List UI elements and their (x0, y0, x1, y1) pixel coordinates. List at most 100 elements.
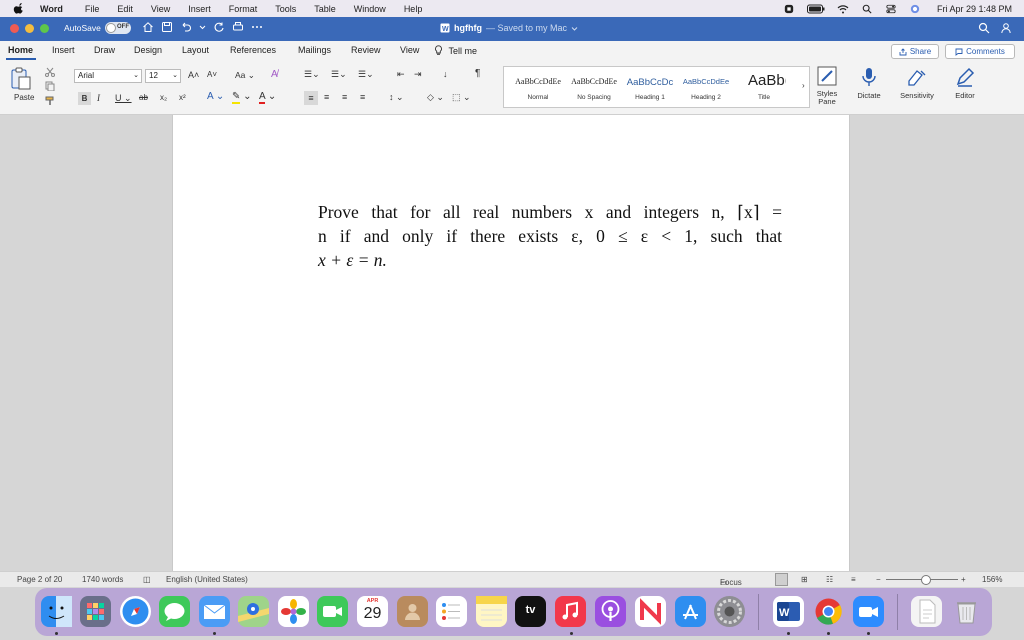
minimize-window-button[interactable] (25, 24, 34, 33)
copy-icon[interactable] (44, 81, 56, 91)
bullets-icon[interactable]: ☰⌄ (304, 69, 320, 80)
system-preferences-icon[interactable] (714, 596, 745, 627)
photos-icon[interactable] (278, 596, 309, 627)
undo-icon[interactable] (180, 21, 192, 33)
redo-icon[interactable] (213, 21, 225, 33)
align-left-icon[interactable]: ≡ (304, 91, 318, 105)
more-icon[interactable] (251, 21, 263, 33)
change-case-icon[interactable]: Aa ⌄ (235, 70, 255, 81)
decrease-indent-icon[interactable]: ⇤ (397, 69, 405, 80)
reminders-icon[interactable] (436, 596, 467, 627)
comments-button[interactable]: Comments (945, 44, 1015, 59)
zoom-in-button[interactable]: + (961, 575, 966, 584)
word-count[interactable]: 1740 words (82, 575, 123, 584)
menubar-clock[interactable]: Fri Apr 29 1:48 PM (937, 4, 1012, 14)
search-icon[interactable] (978, 22, 990, 34)
menu-help[interactable]: Help (404, 4, 423, 14)
menu-tools[interactable]: Tools (275, 4, 296, 14)
print-icon[interactable] (232, 21, 244, 33)
italic-button[interactable]: I (97, 93, 100, 103)
app-store-icon[interactable] (675, 596, 706, 627)
news-icon[interactable] (635, 596, 666, 627)
tab-mailings[interactable]: Mailings (298, 45, 331, 55)
styles-more-icon[interactable]: › (802, 81, 805, 90)
dictate-button[interactable]: Dictate (849, 66, 889, 100)
document-body[interactable]: Prove that for all real numbers x and in… (318, 200, 782, 272)
menu-format[interactable]: Format (229, 4, 258, 14)
superscript-button[interactable]: x² (179, 93, 186, 102)
font-name-dropdown[interactable]: Arial ⌄ (74, 69, 142, 83)
document-title[interactable]: W hgfhfg — Saved to my Mac (440, 23, 578, 33)
style-heading-1[interactable]: AaBbCcDc Heading 1 (622, 67, 678, 107)
tab-layout[interactable]: Layout (182, 45, 209, 55)
tell-me-search[interactable]: Tell me (434, 45, 477, 56)
menu-app-name[interactable]: Word (40, 4, 63, 14)
editor-button[interactable]: Editor (945, 66, 985, 100)
finder-icon[interactable] (41, 596, 72, 627)
paragraph-marks-icon[interactable]: ¶ (475, 68, 480, 79)
menu-table[interactable]: Table (314, 4, 336, 14)
chevron-down-icon[interactable] (199, 21, 206, 33)
trash-icon[interactable] (951, 596, 982, 627)
highlight-icon[interactable]: ✎ ⌄ (232, 91, 252, 104)
font-size-dropdown[interactable]: 12 ⌄ (145, 69, 181, 83)
multilevel-list-icon[interactable]: ☰⌄ (358, 69, 374, 80)
save-icon[interactable] (161, 21, 173, 33)
grow-font-icon[interactable]: A˄ (188, 70, 199, 80)
subscript-button[interactable]: x₂ (160, 93, 167, 102)
chrome-icon[interactable] (813, 596, 844, 627)
clear-formatting-icon[interactable]: A̸ (271, 69, 278, 80)
autosave-toggle[interactable]: OFF (105, 22, 131, 34)
justify-icon[interactable]: ≡ (360, 92, 365, 102)
bold-button[interactable]: B (78, 92, 91, 105)
search-icon[interactable] (861, 4, 873, 14)
zoom-window-button[interactable] (40, 24, 49, 33)
tab-draw[interactable]: Draw (94, 45, 115, 55)
menu-edit[interactable]: Edit (117, 4, 133, 14)
outline-view-icon[interactable]: ☷ (826, 575, 833, 584)
wifi-icon[interactable] (837, 4, 849, 14)
word-icon[interactable]: W (773, 596, 804, 627)
apple-tv-icon[interactable]: tv (515, 596, 546, 627)
recent-document-icon[interactable] (911, 596, 942, 627)
shading-icon[interactable]: ◇ ⌄ (427, 92, 444, 103)
align-center-icon[interactable]: ≡ (324, 92, 329, 102)
style-normal[interactable]: AaBbCcDdEe Normal (510, 67, 566, 107)
zoom-out-button[interactable]: − (876, 575, 881, 584)
control-center-icon[interactable] (885, 4, 897, 14)
page-count[interactable]: Page 2 of 20 (17, 575, 62, 584)
styles-pane-button[interactable]: Styles Pane (807, 65, 847, 106)
tab-home[interactable]: Home (8, 45, 33, 55)
apple-logo-icon[interactable] (12, 3, 26, 14)
format-painter-icon[interactable] (44, 95, 56, 107)
proofing-icon[interactable]: ◫ (143, 575, 151, 584)
font-color-icon[interactable]: A ⌄ (259, 91, 276, 104)
borders-icon[interactable]: ⬚ ⌄ (452, 92, 471, 103)
document-canvas[interactable]: Prove that for all real numbers x and in… (0, 115, 1024, 571)
style-title[interactable]: AaBb( Title (742, 67, 786, 107)
battery-icon[interactable] (806, 4, 825, 14)
text-effects-icon[interactable]: A ⌄ (207, 91, 224, 102)
line-spacing-icon[interactable]: ↕ ⌄ (389, 92, 404, 103)
numbering-icon[interactable]: ☰⌄ (331, 69, 347, 80)
align-right-icon[interactable]: ≡ (342, 92, 347, 102)
share-button[interactable]: Share (891, 44, 939, 59)
sensitivity-button[interactable]: Sensitivity (897, 66, 937, 100)
language-indicator[interactable]: English (United States) (166, 575, 248, 584)
document-page[interactable]: Prove that for all real numbers x and in… (172, 115, 850, 571)
menu-window[interactable]: Window (354, 4, 386, 14)
tab-references[interactable]: References (230, 45, 276, 55)
tab-review[interactable]: Review (351, 45, 381, 55)
sort-icon[interactable]: ↓ (443, 69, 448, 79)
mail-icon[interactable] (199, 596, 230, 627)
podcasts-icon[interactable] (595, 596, 626, 627)
paste-icon[interactable] (10, 67, 32, 91)
safari-icon[interactable] (120, 596, 151, 627)
shrink-font-icon[interactable]: A˅ (207, 70, 217, 79)
style-heading-2[interactable]: AaBbCcDdEe Heading 2 (678, 67, 734, 107)
contacts-icon[interactable] (397, 596, 428, 627)
zoom-slider-knob[interactable] (921, 575, 931, 585)
tab-design[interactable]: Design (134, 45, 162, 55)
tab-view[interactable]: View (400, 45, 419, 55)
siri-icon[interactable] (909, 4, 921, 14)
